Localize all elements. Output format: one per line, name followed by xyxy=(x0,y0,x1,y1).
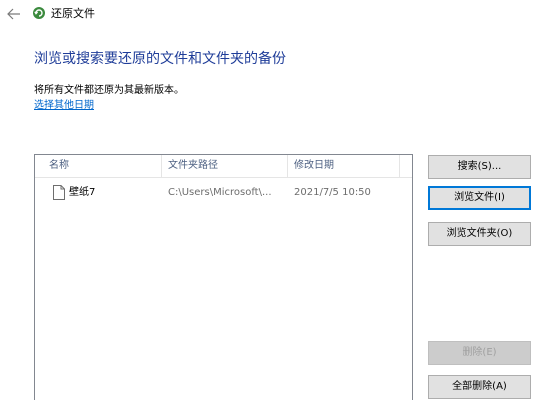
document-icon xyxy=(53,185,65,200)
page-heading: 浏览或搜索要还原的文件和文件夹的备份 xyxy=(34,51,286,67)
column-header-date-modified[interactable]: 修改日期 xyxy=(288,155,400,177)
restore-description: 将所有文件都还原为其最新版本。 xyxy=(34,85,184,96)
back-button[interactable] xyxy=(4,4,24,24)
column-header-name[interactable]: 名称 xyxy=(43,155,160,177)
column-header-folder-path[interactable]: 文件夹路径 xyxy=(162,155,286,177)
file-name: 壁纸7 xyxy=(69,187,96,198)
browse-folders-button[interactable]: 浏览文件夹(O) xyxy=(428,222,531,246)
choose-other-date-link[interactable]: 选择其他日期 xyxy=(34,99,94,113)
browse-files-button[interactable]: 浏览文件(I) xyxy=(428,186,531,210)
backup-file-list[interactable]: 名称 文件夹路径 修改日期 壁纸7 C:\Users\Microsoft\...… xyxy=(34,154,413,400)
delete-button[interactable]: 删除(E) xyxy=(428,341,531,365)
delete-all-button[interactable]: 全部删除(A) xyxy=(428,375,531,399)
window-title: 还原文件 xyxy=(51,7,95,20)
restore-files-icon xyxy=(33,7,45,19)
column-separator[interactable] xyxy=(399,155,400,177)
search-button[interactable]: 搜索(S)... xyxy=(428,155,531,179)
file-modified-date: 2021/7/5 10:50 xyxy=(294,187,371,198)
list-item[interactable]: 壁纸7 C:\Users\Microsoft\... 2021/7/5 10:5… xyxy=(36,182,411,204)
restore-files-window: 还原文件 浏览或搜索要还原的文件和文件夹的备份 将所有文件都还原为其最新版本。 … xyxy=(0,0,559,400)
list-header: 名称 文件夹路径 修改日期 xyxy=(35,155,412,178)
back-arrow-icon xyxy=(7,8,20,20)
file-folder-path: C:\Users\Microsoft\... xyxy=(168,187,272,198)
